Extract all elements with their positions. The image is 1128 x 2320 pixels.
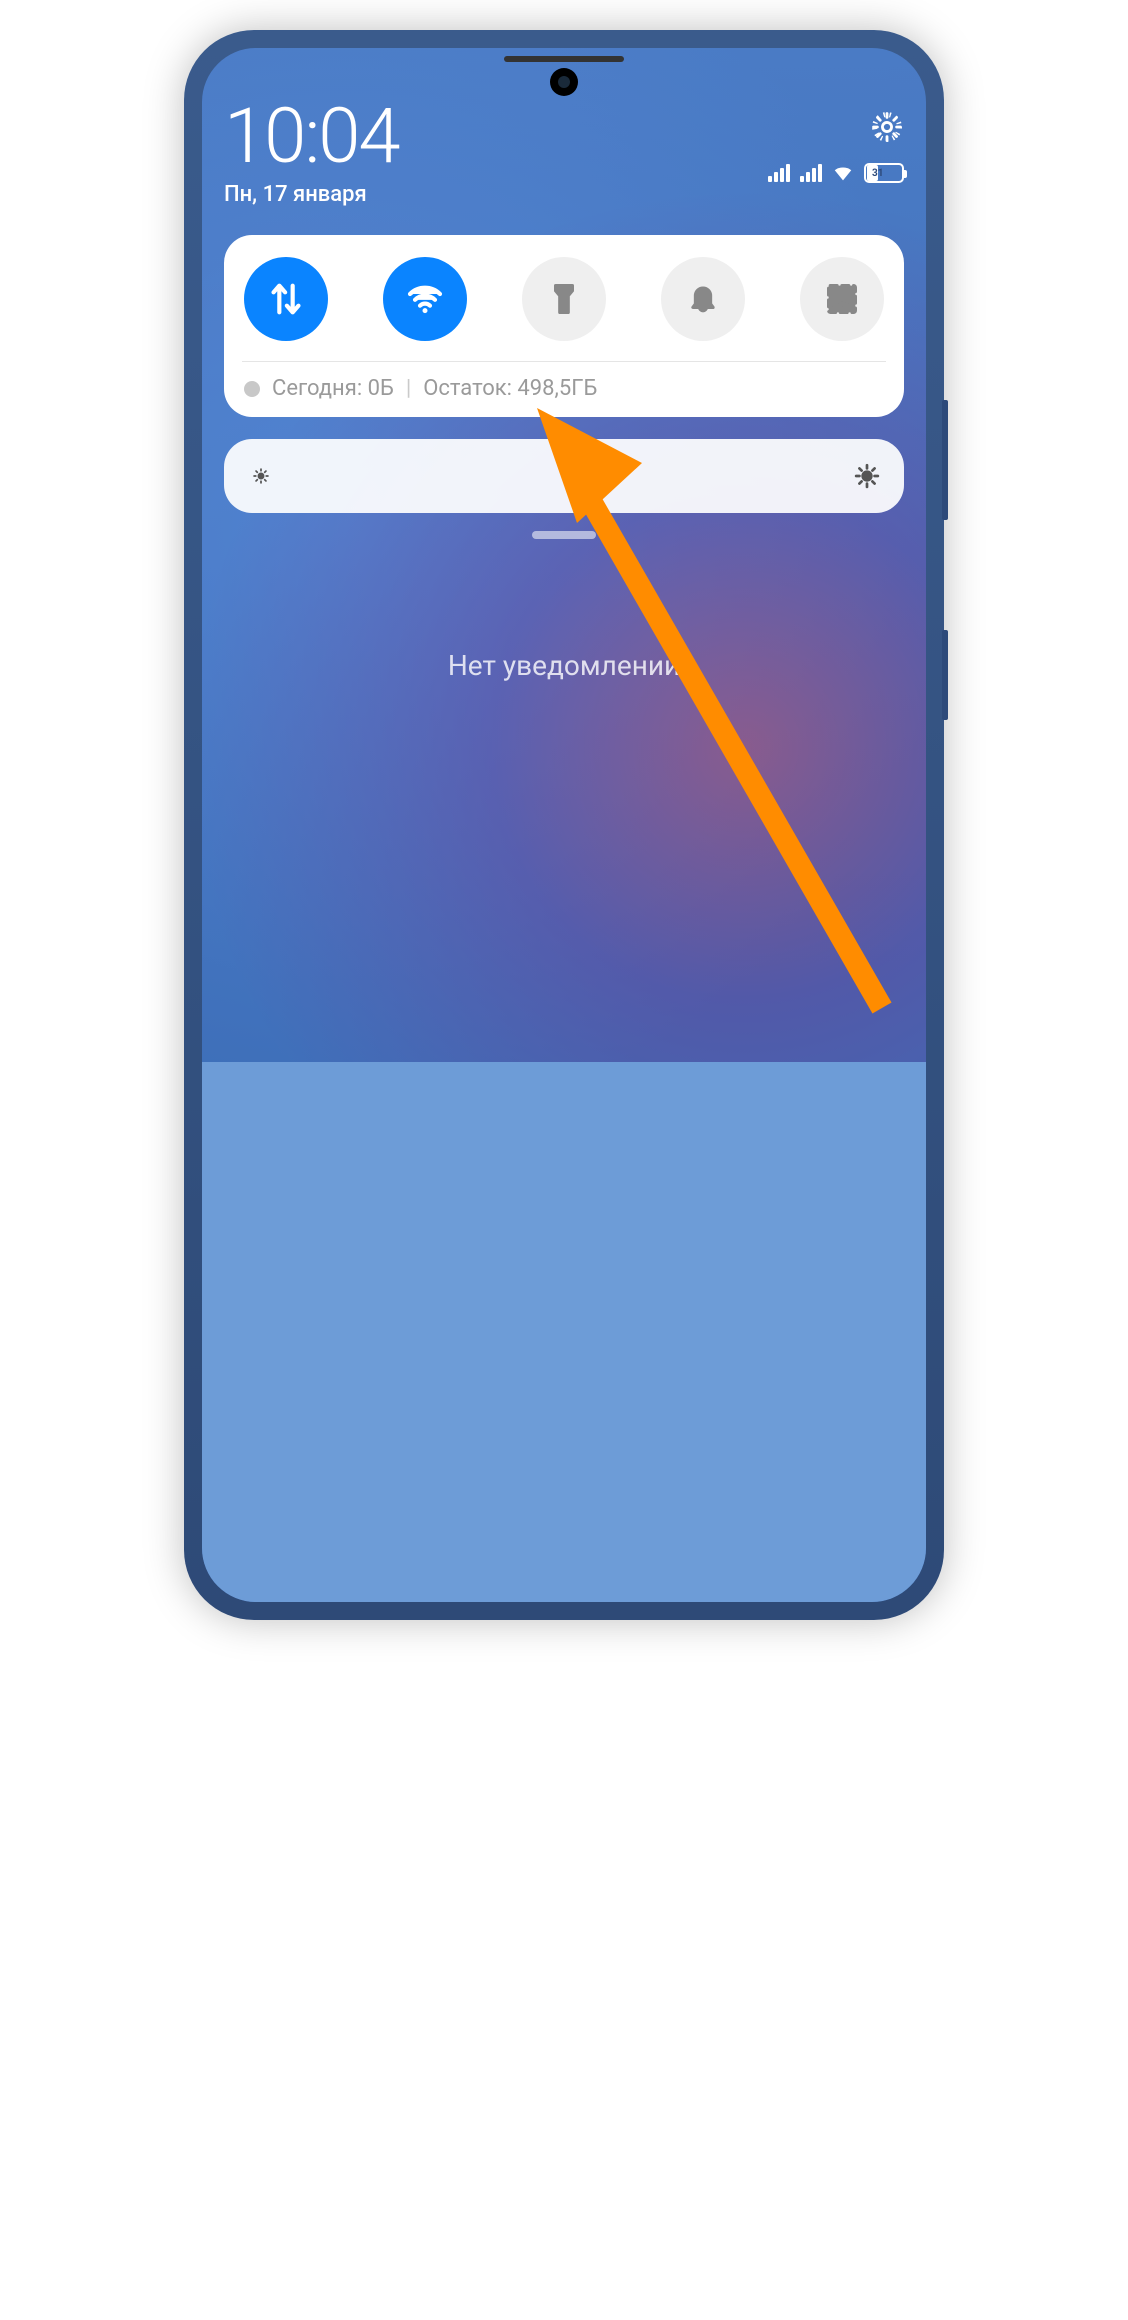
toggle-mobile-data[interactable] — [244, 257, 328, 341]
power-button — [942, 630, 948, 720]
toggle-wifi[interactable] — [383, 257, 467, 341]
battery-icon: 31 — [864, 163, 904, 183]
wifi-status-icon — [832, 162, 854, 184]
flashlight-icon — [544, 279, 584, 319]
toggle-screenshot[interactable] — [800, 257, 884, 341]
battery-percent: 31 — [872, 168, 883, 179]
front-camera — [550, 68, 578, 96]
panel-drag-handle[interactable] — [532, 531, 596, 539]
brightness-slider[interactable] — [224, 439, 904, 513]
scissors-icon — [822, 279, 862, 319]
brightness-low-icon — [248, 463, 274, 489]
data-usage-row[interactable]: Сегодня: 0Б | Остаток: 498,5ГБ — [244, 376, 884, 401]
settings-icon[interactable] — [870, 110, 904, 144]
wifi-icon — [405, 279, 445, 319]
panel-divider — [242, 361, 886, 362]
phone-frame: 10:04 Пн, 17 января — [184, 30, 944, 1620]
status-bar: 31 — [768, 162, 904, 184]
signal-sim1-icon — [768, 164, 790, 182]
clock-date: Пн, 17 января — [224, 182, 399, 207]
volume-button — [942, 400, 948, 520]
usage-separator: | — [406, 376, 411, 401]
toggle-flashlight[interactable] — [522, 257, 606, 341]
screen: 10:04 Пн, 17 января — [202, 48, 926, 1602]
earpiece — [504, 56, 624, 62]
usage-remaining: Остаток: 498,5ГБ — [423, 376, 597, 401]
usage-today: Сегодня: 0Б — [272, 376, 394, 401]
quick-settings-panel: Сегодня: 0Б | Остаток: 498,5ГБ — [224, 235, 904, 417]
no-notifications-text: Нет уведомлений — [224, 649, 904, 682]
bell-icon — [683, 279, 723, 319]
signal-sim2-icon — [800, 164, 822, 182]
mobile-data-icon — [266, 279, 306, 319]
clock-time: 10:04 — [224, 98, 399, 174]
toggle-dnd[interactable] — [661, 257, 745, 341]
brightness-high-icon — [854, 463, 880, 489]
usage-dot-icon — [244, 381, 260, 397]
